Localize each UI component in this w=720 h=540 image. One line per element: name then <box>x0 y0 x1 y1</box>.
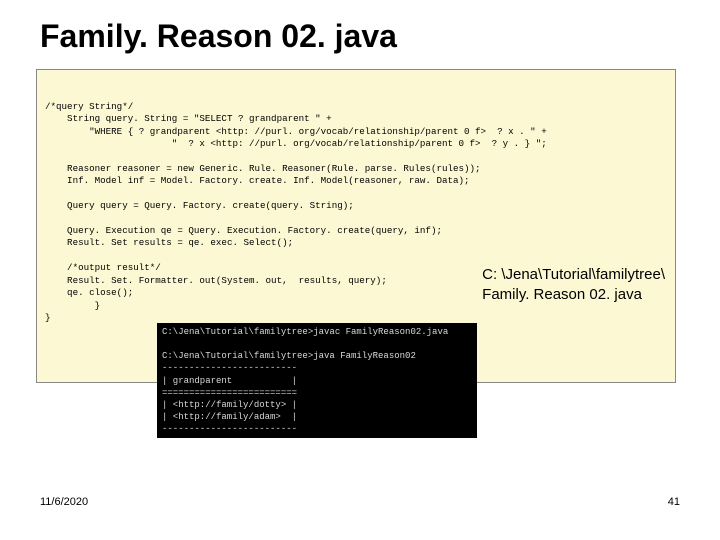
footer-page-number: 41 <box>668 496 680 508</box>
code-block: /*query String*/ String query. String = … <box>36 69 676 383</box>
terminal-output: C:\Jena\Tutorial\familytree>javac Family… <box>157 323 477 438</box>
footer-date: 11/6/2020 <box>40 496 88 508</box>
slide: Family. Reason 02. java /*query String*/… <box>0 0 720 540</box>
slide-title: Family. Reason 02. java <box>40 18 684 55</box>
file-path-label: C: \Jena\Tutorial\familytree\ Family. Re… <box>482 265 665 304</box>
